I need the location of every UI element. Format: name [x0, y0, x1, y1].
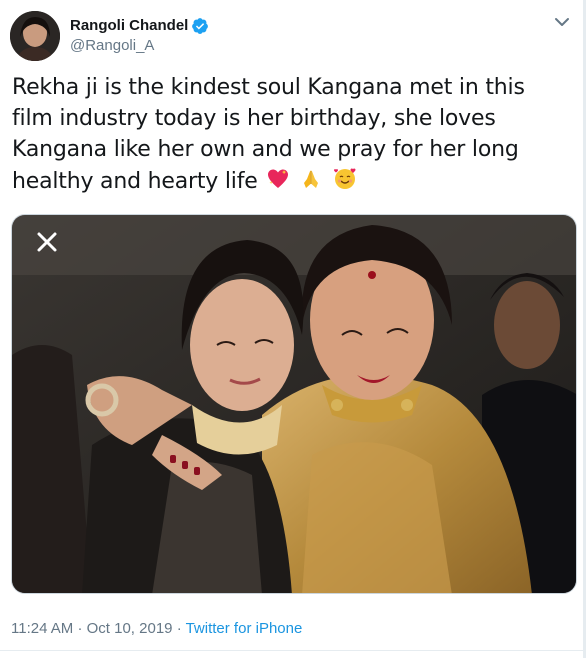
tweet-card: Rangoli Chandel @Rangoli_A Rekha ji is t…: [0, 0, 586, 658]
tweet-media-photo[interactable]: [11, 214, 577, 594]
meta-separator: ·: [176, 620, 182, 637]
tweet-date[interactable]: Oct 10, 2019: [87, 620, 173, 637]
tweet-header: Rangoli Chandel @Rangoli_A: [10, 10, 209, 62]
folded-hands-icon: [299, 167, 323, 200]
close-icon[interactable]: [32, 227, 62, 257]
sparkling-heart-icon: [266, 167, 290, 200]
smiling-face-with-hearts-icon: [332, 165, 358, 200]
chevron-down-icon[interactable]: [552, 12, 572, 32]
divider: [0, 650, 586, 651]
display-name[interactable]: Rangoli Chandel: [70, 16, 188, 36]
meta-separator: ·: [77, 620, 83, 637]
tweet-time[interactable]: 11:24 AM: [11, 620, 73, 637]
avatar[interactable]: [10, 11, 60, 61]
tweet-text: Rekha ji is the kindest soul Kangana met…: [12, 72, 572, 200]
handle[interactable]: @Rangoli_A: [70, 36, 209, 56]
tweet-meta: 11:24 AM · Oct 10, 2019 · Twitter for iP…: [11, 619, 302, 639]
tweet-source-link[interactable]: Twitter for iPhone: [186, 620, 303, 637]
verified-badge-icon: [191, 17, 209, 35]
author-names: Rangoli Chandel @Rangoli_A: [70, 16, 209, 56]
